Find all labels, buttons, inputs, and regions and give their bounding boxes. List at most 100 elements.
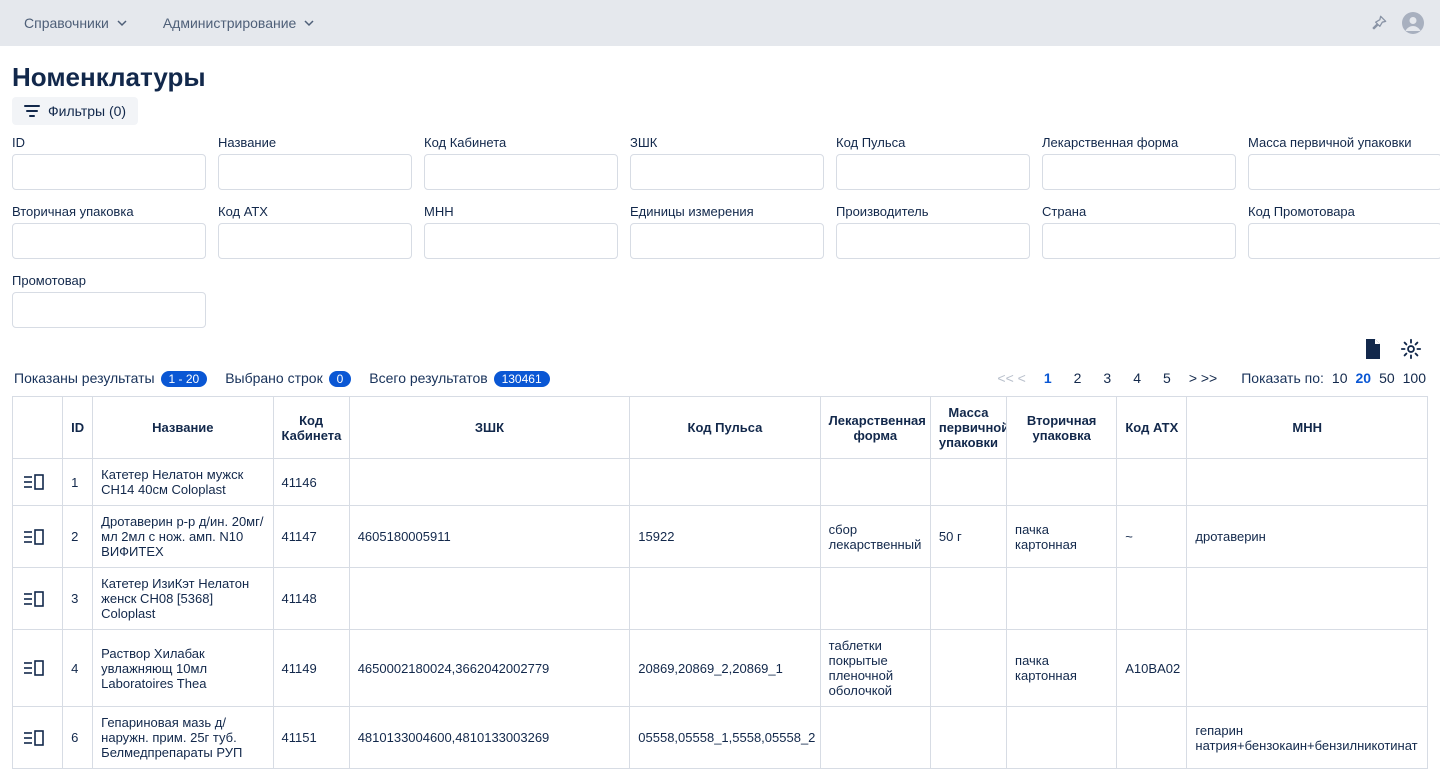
filter-label-form: Лекарственная форма	[1042, 135, 1236, 150]
cell-mnn	[1187, 459, 1428, 506]
pager-page-2[interactable]: 2	[1066, 368, 1090, 388]
cell-pack	[1007, 459, 1117, 506]
cell-zshk: 4605180005911	[349, 506, 630, 568]
pager-page-1[interactable]: 1	[1036, 368, 1060, 388]
grid-header-atx[interactable]: Код АТХ	[1117, 397, 1187, 459]
user-avatar-icon[interactable]	[1396, 6, 1430, 40]
pin-icon[interactable]	[1362, 6, 1396, 40]
cell-zshk: 4650002180024,3662042002779	[349, 630, 630, 707]
cell-pack: пачка картонная	[1007, 630, 1117, 707]
grid-header-form[interactable]: Лекарственная форма	[820, 397, 930, 459]
grid-header-kab[interactable]: Код Кабинета	[273, 397, 349, 459]
per-page-10[interactable]: 10	[1332, 370, 1348, 386]
menu-administration[interactable]: Администрирование	[149, 7, 329, 39]
pager-page-5[interactable]: 5	[1155, 368, 1179, 388]
row-open-button[interactable]	[21, 524, 47, 550]
cell-mass: 50 г	[930, 506, 1006, 568]
filter-input-form[interactable]	[1042, 154, 1236, 190]
filter-input-id[interactable]	[12, 154, 206, 190]
menu-references[interactable]: Справочники	[10, 7, 141, 39]
pager-next[interactable]: > >>	[1185, 368, 1221, 388]
filter-input-zshk[interactable]	[630, 154, 824, 190]
grid-header-pulse[interactable]: Код Пульса	[630, 397, 820, 459]
grid-header-id[interactable]: ID	[63, 397, 93, 459]
rows-selected: Выбрано строк 0	[225, 370, 351, 386]
filter-label-kab: Код Кабинета	[424, 135, 618, 150]
cell-id: 1	[63, 459, 93, 506]
filter-label-country: Страна	[1042, 204, 1236, 219]
pager-page-4[interactable]: 4	[1125, 368, 1149, 388]
pager: << < 1 2 3 4 5 > >>	[993, 368, 1221, 388]
cell-atx: ~	[1117, 506, 1187, 568]
filter-input-pack[interactable]	[12, 223, 206, 259]
per-page-20[interactable]: 20	[1355, 370, 1371, 386]
cell-zshk	[349, 568, 630, 630]
cell-form	[820, 568, 930, 630]
cell-mnn: гепарин натрия+бензокаин+бензилникотинат	[1187, 707, 1428, 769]
cell-name: Раствор Хилабак увлажняющ 10мл Laboratoi…	[93, 630, 273, 707]
cell-atx: A10BA02	[1117, 630, 1187, 707]
per-page-100[interactable]: 100	[1403, 370, 1426, 386]
row-open-button[interactable]	[21, 586, 47, 612]
cell-atx	[1117, 568, 1187, 630]
filter-input-name[interactable]	[218, 154, 412, 190]
grid-header-pack[interactable]: Вторичная упаковка	[1007, 397, 1117, 459]
cell-name: Катетер Нелатон мужск CH14 40см Coloplas…	[93, 459, 273, 506]
filter-input-promocode[interactable]	[1248, 223, 1440, 259]
filters-button[interactable]: Фильтры (0)	[12, 97, 138, 125]
cell-mass	[930, 630, 1006, 707]
cell-mass	[930, 707, 1006, 769]
cell-kab: 41146	[273, 459, 349, 506]
filter-input-promo[interactable]	[12, 292, 206, 328]
menu-references-label: Справочники	[24, 15, 109, 31]
cell-pulse: 05558,05558_1,5558,05558_2	[630, 707, 820, 769]
new-document-button[interactable]	[1364, 338, 1382, 360]
settings-button[interactable]	[1400, 338, 1422, 360]
menu-administration-label: Администрирование	[163, 15, 297, 31]
row-open-button[interactable]	[21, 655, 47, 681]
filter-input-unit[interactable]	[630, 223, 824, 259]
page-title: Номенклатуры	[12, 62, 1428, 93]
cell-form: таблетки покрытые пленочной оболочкой	[820, 630, 930, 707]
results-total: Всего результатов 130461	[369, 370, 549, 386]
filter-label-pulse: Код Пульса	[836, 135, 1030, 150]
cell-name: Гепариновая мазь д/наружн. прим. 25г туб…	[93, 707, 273, 769]
cell-pulse	[630, 568, 820, 630]
grid-header-zshk[interactable]: ЗШК	[349, 397, 630, 459]
cell-pack: пачка картонная	[1007, 506, 1117, 568]
data-grid: ID Название Код Кабинета ЗШК Код Пульса …	[12, 396, 1428, 769]
row-open-button[interactable]	[21, 469, 47, 495]
filter-input-atx[interactable]	[218, 223, 412, 259]
grid-header-mnn[interactable]: МНН	[1187, 397, 1428, 459]
cell-atx	[1117, 707, 1187, 769]
top-bar: Справочники Администрирование	[0, 0, 1440, 46]
cell-pack	[1007, 707, 1117, 769]
filter-input-country[interactable]	[1042, 223, 1236, 259]
filter-input-mass[interactable]	[1248, 154, 1440, 190]
grid-header-name[interactable]: Название	[93, 397, 273, 459]
chevron-down-icon	[304, 18, 314, 28]
filter-input-pulse[interactable]	[836, 154, 1030, 190]
row-open-button[interactable]	[21, 725, 47, 751]
filter-label-unit: Единицы измерения	[630, 204, 824, 219]
cell-form: сбор лекарственный	[820, 506, 930, 568]
cell-pack	[1007, 568, 1117, 630]
filter-label-promo: Промотовар	[12, 273, 206, 288]
filter-input-kab[interactable]	[424, 154, 618, 190]
filter-label-mass: Масса первичной упаковки	[1248, 135, 1440, 150]
per-page-label: Показать по:	[1241, 370, 1324, 386]
grid-header-mass[interactable]: Масса первичной упаковки	[930, 397, 1006, 459]
cell-name: Дротаверин р-р д/ин. 20мг/мл 2мл с нож. …	[93, 506, 273, 568]
table-row: 2Дротаверин р-р д/ин. 20мг/мл 2мл с нож.…	[13, 506, 1428, 568]
cell-mnn	[1187, 568, 1428, 630]
filter-icon	[24, 104, 40, 118]
filter-label-pack: Вторичная упаковка	[12, 204, 206, 219]
pager-page-3[interactable]: 3	[1095, 368, 1119, 388]
per-page-50[interactable]: 50	[1379, 370, 1395, 386]
filter-input-manuf[interactable]	[836, 223, 1030, 259]
cell-kab: 41151	[273, 707, 349, 769]
cell-zshk	[349, 459, 630, 506]
results-total-pill: 130461	[494, 371, 550, 387]
cell-mnn: дротаверин	[1187, 506, 1428, 568]
filter-input-mnn[interactable]	[424, 223, 618, 259]
